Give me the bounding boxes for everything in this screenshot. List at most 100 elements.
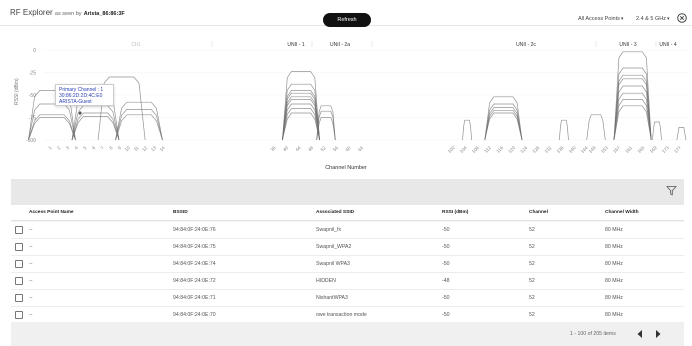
previous-page-icon[interactable] xyxy=(635,328,645,340)
x-axis-title: Channel Number xyxy=(325,165,367,171)
x-tick-label: 8 xyxy=(108,145,114,151)
cell-rssi: -50 xyxy=(442,227,450,233)
spectrum-trace xyxy=(282,71,320,141)
spectrum-trace xyxy=(484,109,523,141)
x-tick-label: 2 xyxy=(56,145,62,151)
cell-ssid: Swapnil WPA3 xyxy=(316,261,350,267)
table-row[interactable]: -- 94:84:0F:24:0E:75 Swapnil_WPA2 -50 52… xyxy=(11,239,684,256)
spectrum-trace xyxy=(115,101,163,141)
close-icon[interactable] xyxy=(677,13,687,23)
band-dropdown[interactable]: 2.4 & 5 GHz▾ xyxy=(636,16,669,22)
cell-ap-name: -- xyxy=(29,312,33,318)
cell-bssid: 94:84:0F:24:0E:70 xyxy=(173,312,216,318)
x-tick-label: 161 xyxy=(624,145,633,154)
cell-ap-name: -- xyxy=(29,278,33,284)
column-header-bssid[interactable]: BSSID xyxy=(173,210,188,215)
page-title-text: RF Explorer xyxy=(10,8,53,17)
row-checkbox[interactable] xyxy=(15,311,23,319)
app-header: RF Explorer as seen by Arista_86:86:3F R… xyxy=(0,0,692,27)
table-row[interactable]: -- 94:84:0F:24:0E:71 NishantWPA3 -50 52 … xyxy=(11,290,684,307)
spectrum-trace xyxy=(613,74,652,141)
spectrum-trace xyxy=(71,116,120,141)
caret-down-icon: ▾ xyxy=(666,16,670,22)
column-header-channel[interactable]: Channel xyxy=(529,210,548,215)
cell-bssid: 94:84:0F:24:0E:75 xyxy=(173,244,216,250)
pager-summary: 1 - 100 of 205 items xyxy=(570,331,616,337)
x-tick-label: 64 xyxy=(357,145,364,152)
x-tick-label: 169 xyxy=(649,145,658,154)
column-header-channel-width[interactable]: Channel Width xyxy=(605,210,639,215)
column-header-ap-name[interactable]: Access Point Name xyxy=(29,210,74,215)
cell-channel: 52 xyxy=(529,312,535,318)
x-tick-label: 149 xyxy=(588,145,597,154)
band-dropdown-value: 2.4 & 5 GHz xyxy=(636,16,666,22)
row-checkbox[interactable] xyxy=(15,294,23,302)
x-tick-label: 157 xyxy=(612,145,621,154)
spectrum-trace xyxy=(613,51,652,141)
cell-ssid: HIDDEN xyxy=(316,278,336,284)
table-toolbar xyxy=(11,179,684,205)
x-tick-label: 112 xyxy=(483,145,492,154)
access-point-filter-dropdown[interactable]: All Access Points▾ xyxy=(578,16,623,22)
x-tick-label: 10 xyxy=(124,145,131,152)
cell-channel-width: 80 MHz xyxy=(605,295,623,301)
x-tick-label: 36 xyxy=(270,145,277,152)
x-tick-label: 56 xyxy=(332,145,339,152)
spectrum-trace xyxy=(484,112,523,141)
cell-bssid: 94:84:0F:24:0E:71 xyxy=(173,295,216,301)
spectrum-trace xyxy=(484,107,523,141)
x-tick-label: 116 xyxy=(495,145,504,154)
table-pager: 1 - 100 of 205 items xyxy=(11,322,684,346)
spectrum-trace xyxy=(115,114,163,141)
cell-channel: 52 xyxy=(529,261,535,267)
spectrum-trace xyxy=(613,85,652,141)
cell-channel-width: 80 MHz xyxy=(605,278,623,284)
table-row[interactable]: -- 94:84:0F:24:0E:74 Swapnil WPA3 -50 52… xyxy=(11,256,684,273)
spectrum-trace xyxy=(558,119,569,141)
cell-rssi: -50 xyxy=(442,244,450,250)
x-tick-label: 6 xyxy=(91,145,97,151)
cell-ap-name: -- xyxy=(29,244,33,250)
spectrum-trace xyxy=(676,127,687,141)
x-tick-label: 11 xyxy=(133,145,140,152)
x-tick-label: 120 xyxy=(507,145,516,154)
channel-tooltip: Primary Channel : 1 30:86:2D:2D:4C:E0 AR… xyxy=(55,84,114,106)
x-tick-label: 3 xyxy=(65,145,71,151)
spectrum-trace xyxy=(115,109,163,141)
x-tick-label: 140 xyxy=(568,145,577,154)
column-header-ssid[interactable]: Associated SSID xyxy=(316,210,354,215)
cell-channel: 52 xyxy=(529,227,535,233)
row-checkbox[interactable] xyxy=(15,260,23,268)
x-tick-label: 52 xyxy=(320,145,327,152)
page-subtitle: as seen by xyxy=(54,11,82,17)
spectrum-trace xyxy=(282,83,320,141)
cell-channel: 52 xyxy=(529,278,535,284)
x-tick-label: 124 xyxy=(519,145,528,154)
spectrum-trace xyxy=(282,112,320,141)
spectrum-trace xyxy=(484,103,523,141)
x-tick-label: 5 xyxy=(82,145,88,151)
x-tick-label: 12 xyxy=(141,145,148,152)
cell-channel-width: 80 MHz xyxy=(605,261,623,267)
row-checkbox[interactable] xyxy=(15,277,23,285)
cell-ssid: owe transaction mode xyxy=(316,312,367,318)
next-page-icon[interactable] xyxy=(653,328,663,340)
row-checkbox[interactable] xyxy=(15,226,23,234)
spectrum-trace xyxy=(71,112,120,141)
spectrum-trace xyxy=(282,103,320,141)
band-label: UNII - 2c xyxy=(516,42,536,48)
table-row[interactable]: -- 94:84:0F:24:0E:76 Swapnil_fx -50 52 8… xyxy=(11,222,684,239)
x-tick-label: 177 xyxy=(673,145,682,154)
refresh-button[interactable]: Refresh xyxy=(323,13,371,27)
filter-icon[interactable] xyxy=(666,185,677,196)
cell-channel: 52 xyxy=(529,295,535,301)
device-name: Arista_86:86:3F xyxy=(83,11,125,17)
x-tick-label: 14 xyxy=(159,145,166,152)
row-checkbox[interactable] xyxy=(15,243,23,251)
access-point-filter-value: All Access Points xyxy=(578,16,620,22)
x-tick-label: 128 xyxy=(531,145,540,154)
table-row[interactable]: -- 94:84:0F:24:0E:72 HIDDEN -48 52 80 MH… xyxy=(11,273,684,290)
cell-channel-width: 80 MHz xyxy=(605,244,623,250)
column-header-rssi[interactable]: RSSI (dBm) xyxy=(442,210,468,215)
cell-bssid: 94:84:0F:24:0E:74 xyxy=(173,261,216,267)
